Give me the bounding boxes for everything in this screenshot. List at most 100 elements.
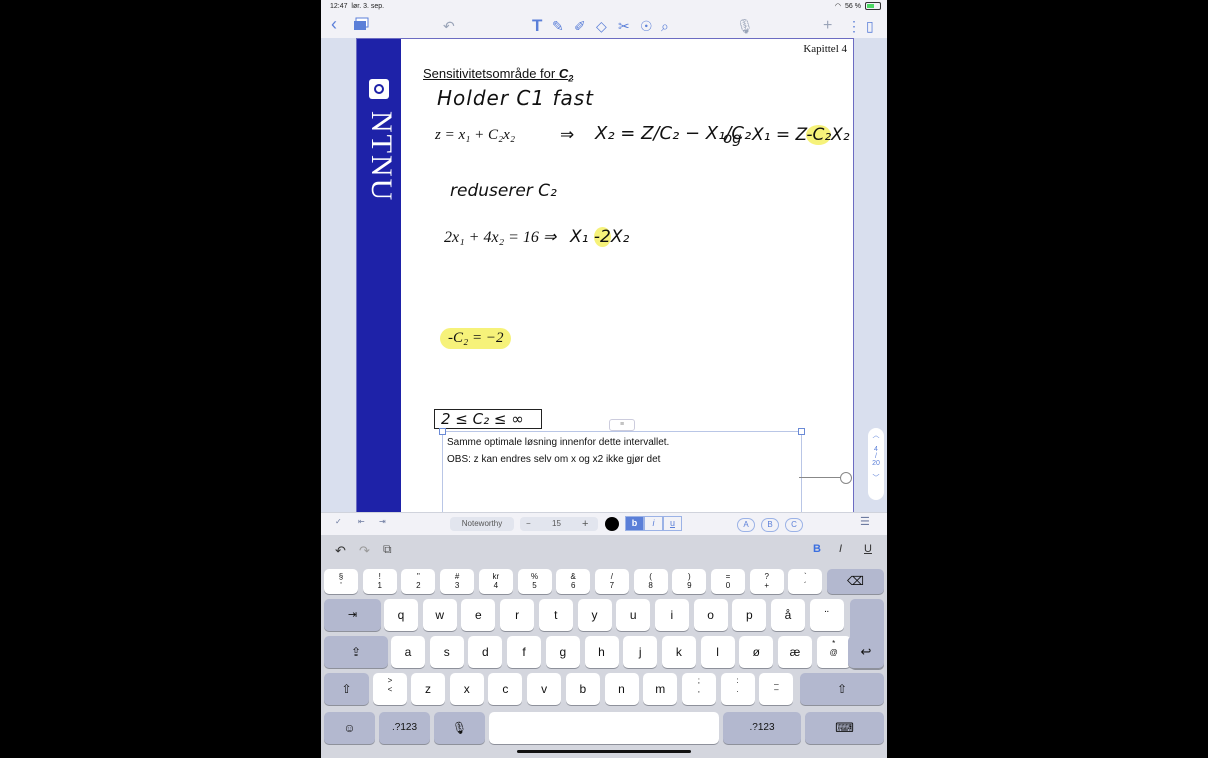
number-key[interactable]: = 0 (711, 569, 745, 594)
style-b-button[interactable]: B (761, 518, 779, 532)
letter-key[interactable]: p (732, 599, 767, 631)
letter-key[interactable]: d (468, 636, 503, 668)
letter-key[interactable]: ¨ (809, 599, 844, 631)
kb-redo-icon[interactable]: ↷ (359, 543, 370, 559)
shift-left-key[interactable]: ⇧ (324, 673, 369, 705)
caps-lock-key[interactable]: ⇪ (324, 636, 388, 668)
punctuation-key[interactable]: _ – (759, 673, 794, 705)
size-decrease-button[interactable]: − (526, 517, 531, 531)
letter-key[interactable]: z (411, 673, 445, 705)
indent-icon[interactable]: ⇥ (379, 517, 386, 526)
sidebar-icon[interactable]: ▯ (866, 17, 874, 35)
pages-icon[interactable] (353, 17, 369, 35)
bold-toggle[interactable]: b (625, 516, 644, 531)
eraser-icon[interactable]: ◇ (596, 17, 607, 35)
more-icon[interactable]: ⋮ (847, 17, 861, 35)
delete-key[interactable]: ⌫ (827, 569, 884, 594)
textbox-handle-tl[interactable] (439, 428, 446, 435)
number-key[interactable]: kr 4 (478, 569, 513, 594)
numbers-left-key[interactable]: .?123 (379, 712, 430, 744)
letter-key[interactable]: k (661, 636, 696, 668)
letter-key[interactable]: g (545, 636, 580, 668)
letter-key[interactable]: q (384, 599, 418, 631)
add-icon[interactable]: + (823, 17, 832, 35)
textbox-grip-icon[interactable]: ≡ (609, 419, 635, 431)
letter-key[interactable]: s (429, 636, 464, 668)
number-key[interactable]: % 5 (517, 569, 552, 594)
undo-icon[interactable]: ↶ (443, 17, 455, 35)
tab-key[interactable]: ⇥ (324, 599, 381, 631)
letter-key[interactable]: j (623, 636, 658, 668)
letter-key[interactable]: y (577, 599, 612, 631)
letter-key[interactable]: r (500, 599, 535, 631)
style-c-button[interactable]: C (785, 518, 803, 532)
italic-toggle[interactable]: i (644, 516, 663, 531)
letter-key[interactable]: t (538, 599, 573, 631)
font-size-stepper[interactable]: − 15 + (520, 517, 598, 531)
kb-underline-button[interactable]: U (864, 543, 872, 555)
number-key[interactable]: § ' (324, 569, 358, 594)
letter-key[interactable]: å (771, 599, 805, 631)
size-increase-button[interactable]: + (582, 517, 588, 531)
list-icon[interactable]: ☰ (860, 515, 870, 528)
punctuation-key[interactable]: ;, (681, 673, 716, 705)
dictation-key[interactable]: 🎙 (434, 712, 485, 744)
page-up-icon[interactable]: ︿ (868, 428, 884, 440)
letter-key[interactable]: i (654, 599, 689, 631)
letter-key[interactable]: m (643, 673, 678, 705)
resize-handle-icon[interactable] (840, 472, 852, 484)
number-key[interactable]: ! 1 (362, 569, 397, 594)
mic-icon[interactable]: 🎙 (736, 17, 754, 35)
number-key[interactable]: ` ´ (788, 569, 823, 594)
letter-key[interactable]: o (693, 599, 728, 631)
number-key[interactable]: ? + (749, 569, 784, 594)
back-button[interactable]: ‹ (331, 15, 337, 33)
textbox-line-2[interactable]: OBS: z kan endres selv om x og x2 ikke g… (447, 454, 660, 465)
number-key[interactable]: /7 (594, 569, 629, 594)
number-key[interactable]: & 6 (556, 569, 591, 594)
letter-key[interactable]: w (422, 599, 457, 631)
hide-keyboard-key[interactable]: ⌨ (805, 712, 884, 744)
shift-right-key[interactable]: ⇧ (800, 673, 884, 705)
letter-key[interactable]: ø (739, 636, 774, 668)
letter-key[interactable]: u (616, 599, 651, 631)
text-tool-icon[interactable]: T (532, 17, 542, 35)
kb-paste-icon[interactable]: ⧉ (383, 542, 392, 557)
letter-key[interactable]: v (527, 673, 562, 705)
number-key[interactable]: " 2 (401, 569, 436, 594)
letter-key[interactable]: æ (778, 636, 812, 668)
number-key[interactable]: ) 9 (672, 569, 707, 594)
emoji-key[interactable]: ☺ (324, 712, 375, 744)
color-picker-button[interactable] (605, 517, 619, 531)
letter-key[interactable]: f (507, 636, 542, 668)
punctuation-key[interactable]: :. (720, 673, 755, 705)
outdent-icon[interactable]: ⇤ (358, 517, 365, 526)
textbox-line-1[interactable]: Samme optimale løsning innenfor dette in… (447, 437, 669, 448)
letter-key[interactable]: h (584, 636, 619, 668)
lasso-icon[interactable]: ✂ (618, 17, 630, 35)
pen-icon[interactable]: ✎ (552, 17, 564, 35)
textbox-handle-tr[interactable] (798, 428, 805, 435)
shapes-icon[interactable]: ☉ (640, 17, 653, 35)
zoom-icon[interactable]: ⌕ (661, 17, 669, 35)
letter-key[interactable]: a (391, 636, 425, 668)
number-key[interactable]: (8 (633, 569, 668, 594)
letter-key[interactable]: e (461, 599, 496, 631)
letter-key[interactable]: n (604, 673, 639, 705)
letter-key[interactable]: x (449, 673, 484, 705)
space-bar[interactable] (489, 712, 719, 744)
font-selector[interactable]: Noteworthy (450, 517, 514, 531)
page-down-icon[interactable]: ﹀ (868, 473, 884, 483)
text-box[interactable]: Samme optimale løsning innenfor dette in… (442, 431, 802, 513)
highlighter-icon[interactable]: ✐ (574, 17, 586, 35)
letter-key[interactable]: l (700, 636, 735, 668)
at-key[interactable]: * @ (816, 636, 851, 668)
page-navigator[interactable]: ︿ 4 / 20 ﹀ (868, 428, 884, 500)
checkmark-icon[interactable]: ✓ (335, 517, 342, 526)
number-key[interactable]: #3 (440, 569, 475, 594)
angle-bracket-key[interactable]: > < (373, 673, 407, 705)
kb-italic-button[interactable]: I (839, 543, 842, 555)
letter-key[interactable]: c (488, 673, 523, 705)
kb-bold-button[interactable]: B (813, 543, 821, 555)
kb-undo-icon[interactable]: ↶ (335, 543, 346, 559)
